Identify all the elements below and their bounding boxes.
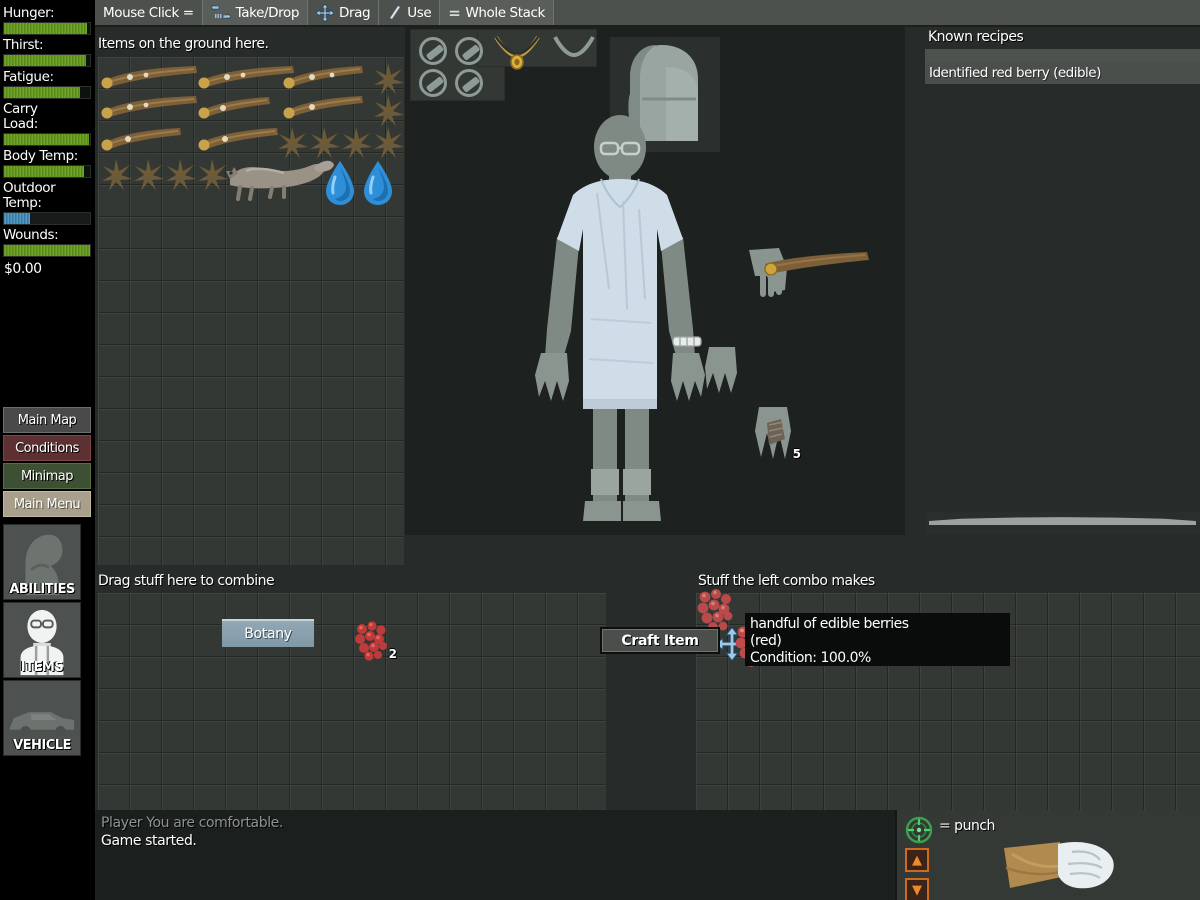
- weapon-sprite-fist: [1002, 838, 1132, 896]
- skill-tag-botany[interactable]: Botany: [222, 619, 314, 647]
- recipe-item-0[interactable]: Identified red berry (edible): [925, 62, 1200, 84]
- toolbar-use-label: Use: [407, 4, 432, 21]
- sidebar-button-minimap-label: Minimap: [20, 468, 74, 484]
- stat-bar-body-temp: [3, 165, 91, 178]
- craft-item-button[interactable]: Craft Item: [600, 627, 720, 654]
- ground-items-grid[interactable]: [98, 57, 404, 565]
- ring-slot-1[interactable]: [419, 37, 447, 65]
- tooltip-line-1: handful of edible berries: [750, 616, 909, 632]
- ammo-down-icon: ▼: [912, 882, 922, 898]
- equals-icon: =: [448, 3, 461, 22]
- toolbar-take-drop[interactable]: Take/Drop: [202, 0, 309, 25]
- toolbar-drag-label: Drag: [339, 4, 371, 21]
- weapon-label: = punch: [939, 818, 995, 834]
- sidebar-button-main-map[interactable]: Main Map: [3, 407, 91, 433]
- drag-arrows-icon: [315, 2, 335, 23]
- log-line-0: Player You are comfortable.: [101, 815, 283, 831]
- combine-item-berries-count: 2: [388, 647, 397, 661]
- held-item-stick[interactable]: [745, 242, 875, 297]
- log-line-1: Game started.: [101, 833, 197, 849]
- ammo-up-icon: ▲: [912, 852, 922, 868]
- combine-grid[interactable]: [98, 593, 606, 823]
- sidebar-tile-abilities-label: ABILITIES: [9, 582, 75, 597]
- ammo-up-button[interactable]: ▲: [905, 848, 929, 872]
- stat-bar-outdoor-temp: [3, 212, 91, 225]
- recipe-item-0-label: Identified red berry (edible): [929, 65, 1101, 81]
- stat-bar-thirst: [3, 54, 91, 67]
- toolbar-take-drop-label: Take/Drop: [235, 4, 300, 21]
- stat-label-wounds: Wounds:: [3, 227, 59, 243]
- necklace-slot-equipped[interactable]: [493, 32, 541, 72]
- sidebar-tile-vehicle[interactable]: VEHICLE: [3, 680, 81, 756]
- combine-panel-title: Drag stuff here to combine: [98, 573, 275, 589]
- stat-label-outdoor-temp: Outdoor Temp:: [3, 180, 56, 211]
- necklace-slot-empty[interactable]: [553, 35, 595, 65]
- stat-bar-carry-load: [3, 133, 91, 146]
- ring-slot-2[interactable]: [455, 37, 483, 65]
- craft-item-button-label: Craft Item: [621, 632, 699, 649]
- stat-bar-hunger: [3, 22, 91, 35]
- sidebar-button-conditions[interactable]: Conditions: [3, 435, 91, 461]
- stat-label-carry-load: Carry Load:: [3, 101, 38, 132]
- toolbar-whole-stack-label: Whole Stack: [465, 4, 545, 21]
- left-sidebar: Hunger: Thirst: Fatigue: Carry Load: Bod…: [0, 0, 95, 900]
- ground-items-title: Items on the ground here.: [98, 36, 269, 52]
- take-drop-icon: [210, 3, 232, 21]
- stat-bar-wounds: [3, 244, 91, 257]
- ring-slot-4[interactable]: [455, 69, 483, 97]
- sidebar-tile-items-label: ITEMS: [20, 660, 64, 675]
- ground-item-water-2: [364, 161, 392, 205]
- known-recipes-title: Known recipes: [928, 29, 1024, 45]
- known-recipes-panel: Known recipes Identified red berry (edib…: [925, 29, 1200, 87]
- weapon-panel: = punch ▲ ▼: [895, 810, 1200, 900]
- ground-item-animal: [226, 160, 334, 201]
- sidebar-button-conditions-label: Conditions: [15, 440, 79, 456]
- message-log: Player You are comfortable. Game started…: [95, 810, 895, 900]
- main-panel: Items on the ground here. 5 Known recipe…: [95, 27, 1200, 900]
- combine-item-berries[interactable]: 2: [353, 619, 397, 663]
- character-figure[interactable]: [505, 109, 735, 529]
- mouse-click-toolbar: Mouse Click = Take/Drop Drag Use = Whole…: [95, 0, 1200, 27]
- crosshair-icon[interactable]: [905, 816, 933, 844]
- game-window: Mouse Click = Take/Drop Drag Use = Whole…: [0, 0, 1200, 900]
- right-panel-divider[interactable]: [925, 512, 1200, 534]
- ring-slot-3[interactable]: [419, 69, 447, 97]
- toolbar-filler: [554, 0, 1200, 25]
- money-value: $0.00: [4, 261, 42, 277]
- stat-label-hunger: Hunger:: [3, 5, 55, 21]
- recipes-header-bar: [925, 49, 1200, 62]
- stat-label-thirst: Thirst:: [3, 37, 44, 53]
- tooltip-line-3: Condition: 100.0%: [750, 650, 871, 666]
- ammo-down-button[interactable]: ▼: [905, 878, 929, 900]
- sidebar-button-main-map-label: Main Map: [17, 412, 77, 428]
- toolbar-prefix-text: Mouse Click =: [103, 4, 194, 21]
- toolbar-use[interactable]: Use: [379, 0, 441, 25]
- sidebar-tile-abilities[interactable]: ABILITIES: [3, 524, 81, 600]
- toolbar-drag[interactable]: Drag: [308, 0, 380, 25]
- held-stack-count: 5: [792, 447, 801, 461]
- toolbar-whole-stack[interactable]: = Whole Stack: [440, 0, 554, 25]
- stat-label-body-temp: Body Temp:: [3, 148, 78, 164]
- tooltip-line-2: (red): [750, 633, 782, 649]
- sidebar-button-main-menu[interactable]: Main Menu: [3, 491, 91, 517]
- held-item-left-empty[interactable]: [705, 345, 739, 395]
- use-lightning-icon: [387, 5, 402, 20]
- sidebar-button-minimap[interactable]: Minimap: [3, 463, 91, 489]
- sidebar-tile-vehicle-label: VEHICLE: [13, 738, 71, 753]
- toolbar-prefix-label: Mouse Click =: [95, 0, 203, 25]
- stat-label-fatigue: Fatigue:: [3, 69, 54, 85]
- sidebar-tile-items[interactable]: ITEMS: [3, 602, 81, 678]
- skill-tag-botany-label: Botany: [244, 626, 292, 642]
- held-item-stack[interactable]: 5: [751, 405, 801, 463]
- stat-bar-fatigue: [3, 86, 91, 99]
- character-view-region: 5: [405, 27, 905, 535]
- item-tooltip: handful of edible berries (red) Conditio…: [745, 613, 1010, 666]
- sidebar-button-main-menu-label: Main Menu: [13, 496, 81, 512]
